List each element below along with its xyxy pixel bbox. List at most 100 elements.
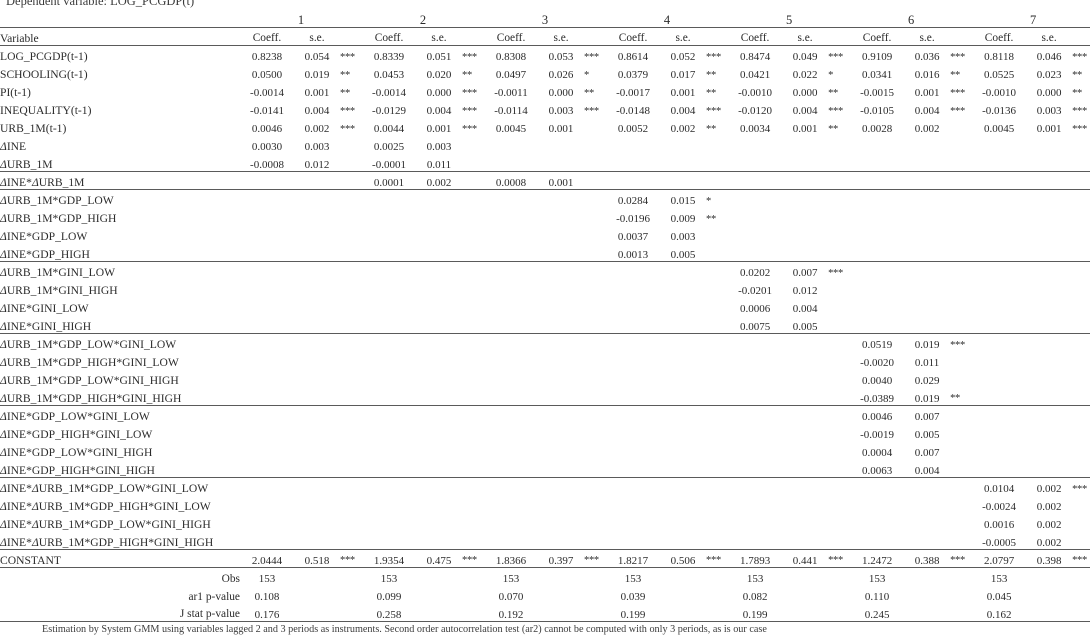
se-value bbox=[1026, 333, 1072, 351]
se-value bbox=[660, 297, 706, 315]
coeff-value bbox=[240, 261, 294, 279]
significance-stars: ** bbox=[950, 69, 960, 81]
table-row: ΔURB_1M*GDP_LOW*GINI_HIGH 0.0040 0.029 bbox=[0, 369, 1090, 387]
se-value: 0.012 bbox=[294, 153, 340, 172]
se-value bbox=[782, 423, 828, 441]
se-value bbox=[1026, 369, 1072, 387]
significance-stars: *** bbox=[706, 549, 729, 568]
coeff-value: 0.0104 bbox=[983, 483, 1015, 495]
stats-blank-se bbox=[904, 585, 950, 603]
coeff-value: 0.0453 bbox=[373, 69, 405, 81]
coeff-value bbox=[484, 261, 538, 279]
significance-stars bbox=[828, 459, 851, 478]
significance-stars bbox=[1072, 405, 1090, 423]
significance-stars bbox=[828, 279, 850, 297]
se-value: 0.022 bbox=[792, 69, 818, 81]
model-number-4: 4 bbox=[606, 9, 729, 28]
se-value: 0.441 bbox=[782, 549, 829, 568]
coeff-value: 0.0341 bbox=[861, 69, 893, 81]
stats-blank-se bbox=[904, 603, 951, 622]
stats-blank-stars bbox=[340, 567, 362, 585]
significance-stars bbox=[828, 189, 850, 207]
se-value bbox=[782, 495, 828, 513]
significance-stars bbox=[828, 423, 850, 441]
coeff-value: -0.0120 bbox=[738, 105, 773, 117]
coeff-value bbox=[606, 387, 661, 406]
variable-name: ΔURB_1M*GDP_LOW*GINI_HIGH bbox=[0, 374, 179, 388]
significance-stars bbox=[340, 477, 362, 495]
se-value bbox=[782, 189, 828, 207]
significance-stars bbox=[462, 387, 485, 406]
coeff-value bbox=[850, 243, 905, 262]
significance-stars bbox=[706, 243, 729, 262]
significance-stars bbox=[828, 171, 851, 190]
significance-stars bbox=[584, 225, 606, 243]
significance-stars bbox=[950, 153, 973, 172]
significance-stars bbox=[462, 207, 484, 225]
se-value bbox=[416, 207, 462, 225]
se-value bbox=[904, 261, 950, 279]
se-value: 0.002 bbox=[1036, 483, 1062, 495]
se-value bbox=[782, 405, 828, 423]
coeff-value bbox=[606, 495, 660, 513]
se-value bbox=[294, 477, 340, 495]
table-row: ΔURB_1M*GDP_HIGH*GINI_HIGH -0.0389 0.019 ** bbox=[0, 387, 1090, 406]
se-value bbox=[1026, 297, 1072, 315]
se-value bbox=[416, 441, 462, 459]
header-stars-3 bbox=[584, 27, 607, 46]
significance-stars bbox=[584, 117, 606, 135]
variable-name: ΔURB_1M*GDP_HIGH*GINI_HIGH bbox=[0, 387, 240, 406]
delta-symbol: Δ bbox=[0, 302, 7, 316]
se-value bbox=[782, 207, 828, 225]
se-value: 0.002 bbox=[1036, 519, 1062, 531]
se-value bbox=[1026, 441, 1072, 459]
se-value bbox=[416, 531, 463, 550]
header-stars-6 bbox=[950, 27, 973, 46]
header-se-3: s.e. bbox=[538, 27, 585, 46]
stats-blank-stars bbox=[950, 603, 973, 622]
se-value bbox=[904, 279, 950, 297]
table-row: SCHOOLING(t-1) 0.0500 0.019 ** 0.0453 0.020 **… bbox=[0, 63, 1090, 81]
delta-symbol: Δ bbox=[0, 356, 7, 370]
significance-stars bbox=[828, 297, 850, 315]
coeff-value bbox=[850, 531, 905, 550]
coeff-value bbox=[240, 189, 294, 207]
variable-name: ΔURB_1M bbox=[0, 153, 240, 172]
se-value bbox=[294, 441, 340, 459]
variable-name: ΔINE*ΔURB_1M*GDP_HIGH*GINI_HIGH bbox=[0, 531, 240, 550]
se-value: 0.003 bbox=[1036, 105, 1062, 117]
significance-stars bbox=[462, 297, 484, 315]
significance-stars bbox=[706, 279, 728, 297]
coeff-value bbox=[240, 243, 294, 262]
se-value bbox=[416, 513, 462, 531]
se-value bbox=[416, 423, 462, 441]
coeff-value bbox=[240, 405, 294, 423]
se-value: 0.023 bbox=[1036, 69, 1062, 81]
significance-stars bbox=[706, 387, 729, 406]
se-value bbox=[416, 351, 462, 369]
significance-stars bbox=[706, 333, 728, 351]
se-value bbox=[660, 387, 707, 406]
significance-stars bbox=[950, 531, 973, 550]
coeff-value bbox=[362, 243, 417, 262]
coeff-value: 0.0525 bbox=[983, 69, 1015, 81]
variable-name: INEQUALITY(t-1) bbox=[0, 104, 92, 118]
stats-blank-se bbox=[660, 567, 706, 585]
significance-stars bbox=[340, 297, 362, 315]
significance-stars: *** bbox=[950, 87, 965, 99]
significance-stars bbox=[340, 387, 363, 406]
significance-stars: *** bbox=[828, 549, 851, 568]
se-value bbox=[294, 171, 340, 190]
se-value bbox=[660, 369, 706, 387]
coeff-value bbox=[972, 459, 1027, 478]
coeff-value bbox=[850, 135, 904, 153]
table-row: ΔINE 0.0030 0.003 0.0025 0.003 bbox=[0, 135, 1090, 153]
significance-stars bbox=[340, 459, 363, 478]
header-stars-4 bbox=[706, 27, 729, 46]
significance-stars bbox=[462, 153, 485, 172]
regression-table-page: Dependent variable: LOG_PCGDP(t) 1234567… bbox=[0, 0, 1090, 637]
coeff-value bbox=[606, 531, 661, 550]
significance-stars bbox=[462, 369, 484, 387]
significance-stars bbox=[706, 261, 728, 279]
significance-stars bbox=[584, 333, 606, 351]
